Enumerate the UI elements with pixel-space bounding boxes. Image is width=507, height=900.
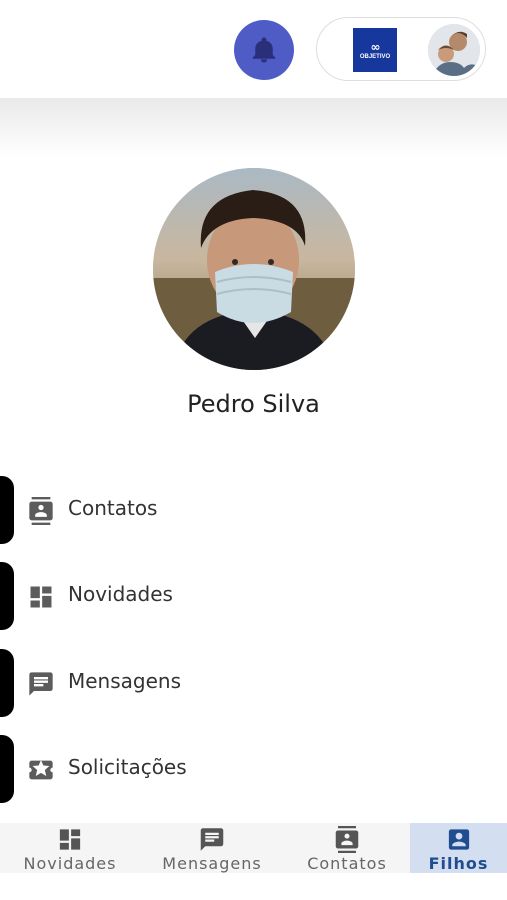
- parent-avatar[interactable]: [428, 24, 480, 76]
- notifications-button[interactable]: [234, 20, 294, 80]
- dashboard-icon: [30, 586, 52, 608]
- nav-tab-label: Novidades: [23, 854, 117, 873]
- system-bar-area: [0, 873, 507, 900]
- nav-tab-mensagens[interactable]: Mensagens: [140, 823, 284, 873]
- header-shadow: [0, 98, 507, 158]
- nav-tab-filhos[interactable]: Filhos: [410, 823, 507, 873]
- star-ticket-icon: [29, 759, 53, 780]
- menu-item-label: Novidades: [68, 582, 173, 606]
- nav-tab-label: Mensagens: [162, 854, 262, 873]
- menu-item-label: Mensagens: [68, 669, 182, 693]
- menu-item-contatos[interactable]: Contatos: [0, 476, 507, 544]
- menu-item-indicator: [0, 562, 14, 630]
- account-switcher[interactable]: ∞ OBJETIVO: [316, 17, 486, 81]
- nav-tab-label: Contatos: [307, 854, 387, 873]
- bell-icon: [252, 37, 276, 63]
- parent-avatar-photo: [428, 24, 480, 76]
- nav-tab-novidades[interactable]: Novidades: [0, 823, 140, 873]
- message-icon: [29, 672, 53, 696]
- menu-item-label: Contatos: [68, 496, 158, 520]
- menu-item-novidades[interactable]: Novidades: [0, 562, 507, 630]
- school-logo-brand: OBJETIVO: [359, 54, 391, 60]
- menu-item-mensagens[interactable]: Mensagens: [0, 649, 507, 717]
- dashboard-icon: [59, 829, 81, 850]
- nav-tab-label: Filhos: [428, 854, 489, 873]
- menu-item-indicator: [0, 649, 14, 717]
- menu-item-indicator: [0, 735, 14, 803]
- contacts-icon: [29, 497, 53, 525]
- school-logo: ∞ OBJETIVO: [353, 28, 397, 72]
- school-logo-mark: ∞: [370, 40, 381, 54]
- menu-item-label: Solicitações: [68, 755, 187, 779]
- nav-tab-contatos[interactable]: Contatos: [284, 823, 410, 873]
- person-badge-icon: [448, 829, 469, 850]
- student-photo-image: [153, 168, 355, 370]
- contacts-icon: [335, 826, 359, 853]
- student-name: Pedro Silva: [187, 390, 320, 418]
- message-icon: [200, 828, 224, 851]
- menu-item-indicator: [0, 476, 14, 544]
- student-photo: [153, 168, 355, 370]
- menu-item-solicitacoes[interactable]: Solicitações: [0, 735, 507, 803]
- bottom-navigation: Novidades Mensagens Contatos Filhos: [0, 823, 507, 873]
